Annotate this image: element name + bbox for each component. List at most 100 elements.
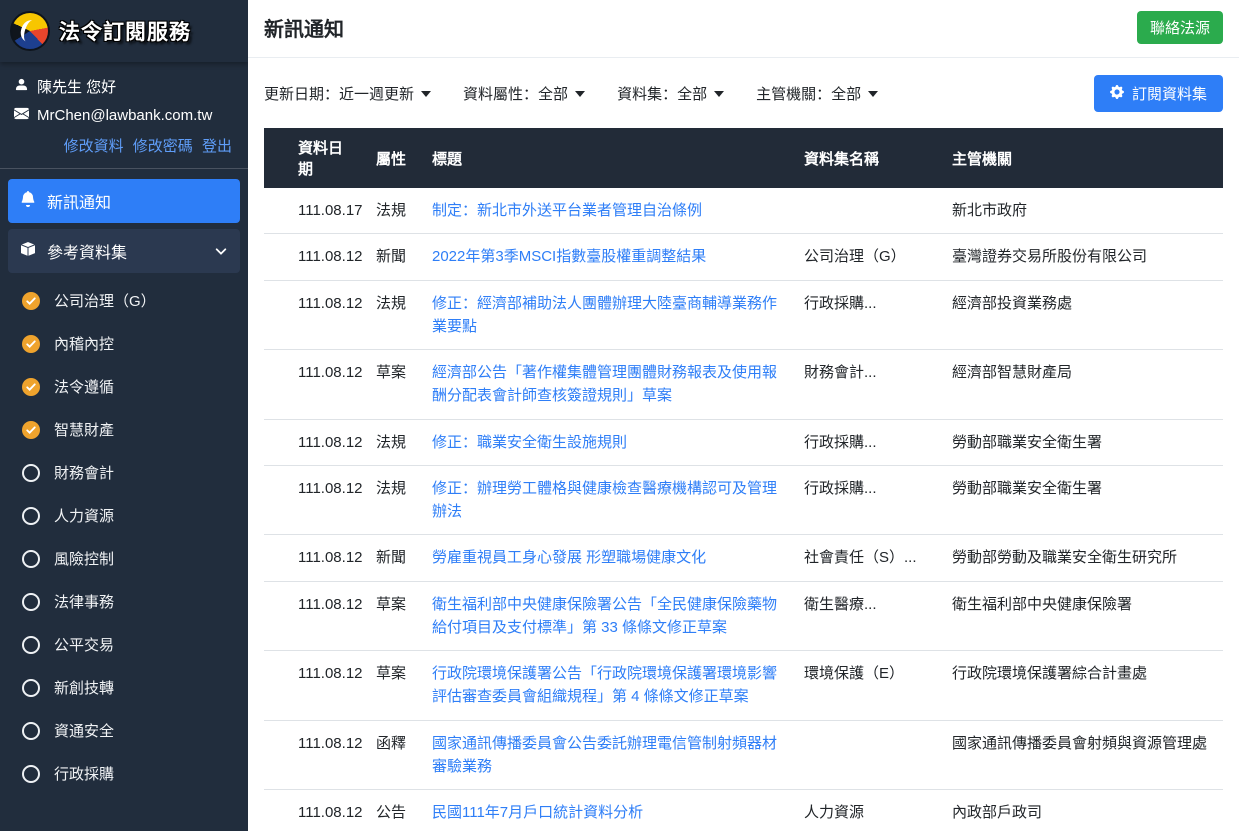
user-email: MrChen@lawbank.com.tw: [37, 107, 212, 124]
row-title-link[interactable]: 修正：辦理勞工體格與健康檢查醫療機構認可及管理辦法: [432, 480, 777, 520]
row-dataset: 社會責任（S）...: [794, 535, 942, 581]
sidebar-dataset-label: 行政採購: [54, 763, 114, 784]
sidebar-dataset-item[interactable]: 資通安全: [0, 709, 248, 752]
sidebar-dataset-item[interactable]: 法令遵循: [0, 365, 248, 408]
row-type: 法規: [366, 419, 422, 465]
change-password-link[interactable]: 修改密碼: [133, 138, 193, 155]
filter-data-attribute[interactable]: 資料屬性：全部: [463, 83, 585, 104]
row-title-link[interactable]: 民國111年7月戶口統計資料分析: [432, 804, 643, 821]
row-type: 法規: [366, 465, 422, 535]
row-date: 111.08.12: [264, 465, 366, 535]
table-row: 111.08.12 法規 修正：職業安全衛生設施規則 行政採購... 勞動部職業…: [264, 419, 1223, 465]
sidebar-dataset-item[interactable]: 公平交易: [0, 623, 248, 666]
row-title-link[interactable]: 國家通訊傳播委員會公告委託辦理電信管制射頻器材審驗業務: [432, 735, 777, 775]
row-title-link[interactable]: 修正：經濟部補助法人團體辦理大陸臺商輔導業務作業要點: [432, 295, 777, 335]
main-panel: 新訊通知 聯絡法源 更新日期：近一週更新 資料屬性：全部 資料集：全部 主管機關…: [248, 0, 1239, 831]
row-title-link[interactable]: 制定：新北市外送平台業者管理自治條例: [432, 202, 702, 219]
row-type: 草案: [366, 350, 422, 420]
logout-link[interactable]: 登出: [202, 138, 232, 155]
nav-news-notifications[interactable]: 新訊通知: [8, 179, 240, 223]
sidebar-dataset-item[interactable]: 內稽內控: [0, 322, 248, 365]
table-row: 111.08.12 新聞 2022年第3季MSCI指數臺股權重調整結果 公司治理…: [264, 234, 1223, 280]
filter-label: 主管機關：: [756, 83, 831, 104]
row-type: 新聞: [366, 535, 422, 581]
filter-label: 更新日期：: [264, 83, 339, 104]
row-title-link[interactable]: 2022年第3季MSCI指數臺股權重調整結果: [432, 248, 706, 265]
chevron-down-icon: [214, 244, 228, 258]
row-agency: 國家通訊傳播委員會射頻與資源管理處: [942, 720, 1223, 790]
caret-down-icon: [714, 91, 724, 97]
sidebar-dataset-label: 公平交易: [54, 634, 114, 655]
sidebar-dataset-item[interactable]: 公司治理（G）: [0, 279, 248, 322]
row-title-link[interactable]: 經濟部公告「著作權集體管理團體財務報表及使用報酬分配表會計師查核簽證規則」草案: [432, 364, 777, 404]
sidebar-dataset-label: 智慧財產: [54, 419, 114, 440]
sidebar-dataset-item[interactable]: 智慧財產: [0, 408, 248, 451]
sidebar-dataset-item[interactable]: 財務會計: [0, 451, 248, 494]
filter-agency[interactable]: 主管機關：全部: [756, 83, 878, 104]
filter-row: 更新日期：近一週更新 資料屬性：全部 資料集：全部 主管機關：全部 訂閱資料集: [264, 75, 1223, 112]
row-title-link[interactable]: 勞雇重視員工身心發展 形塑職場健康文化: [432, 549, 706, 566]
row-dataset: 行政採購...: [794, 465, 942, 535]
checked-circle-icon: [22, 335, 40, 353]
sidebar: 法令訂閱服務 陳先生 您好 MrChen@lawbank.com.tw 修改資料…: [0, 0, 248, 831]
row-date: 111.08.12: [264, 350, 366, 420]
empty-circle-icon: [22, 636, 40, 654]
sidebar-dataset-item[interactable]: 人力資源: [0, 494, 248, 537]
row-type: 草案: [366, 651, 422, 721]
nav-reference-datasets[interactable]: 參考資料集: [8, 229, 240, 273]
brand[interactable]: 法令訂閱服務: [0, 0, 248, 62]
row-title-link[interactable]: 行政院環境保護署公告「行政院環境保護署環境影響評估審查委員會組織規程」第 4 條…: [432, 665, 777, 705]
row-title-link[interactable]: 衛生福利部中央健康保險署公告「全民健康保險藥物給付項目及支付標準」第 33 條條…: [432, 596, 777, 636]
sidebar-nav: 新訊通知 參考資料集 公司治理（G） 內稽內控 法令遵循: [0, 179, 248, 795]
row-agency: 新北市政府: [942, 188, 1223, 234]
filter-value: 全部: [677, 83, 707, 104]
person-icon: [14, 77, 29, 96]
account-links: 修改資料 修改密碼 登出: [14, 134, 234, 168]
row-date: 111.08.12: [264, 280, 366, 350]
user-email-row: MrChen@lawbank.com.tw: [14, 106, 234, 125]
row-title-link[interactable]: 修正：職業安全衛生設施規則: [432, 434, 627, 451]
subscribe-datasets-button[interactable]: 訂閱資料集: [1094, 75, 1223, 112]
row-date: 111.08.12: [264, 234, 366, 280]
row-agency: 經濟部投資業務處: [942, 280, 1223, 350]
row-type: 法規: [366, 188, 422, 234]
row-date: 111.08.12: [264, 651, 366, 721]
bell-icon: [20, 191, 36, 212]
row-dataset: 公司治理（G）: [794, 234, 942, 280]
sidebar-dataset-label: 風險控制: [54, 548, 114, 569]
table-row: 111.08.12 函釋 國家通訊傳播委員會公告委託辦理電信管制射頻器材審驗業務…: [264, 720, 1223, 790]
empty-circle-icon: [22, 765, 40, 783]
row-agency: 勞動部職業安全衛生署: [942, 419, 1223, 465]
filter-dataset[interactable]: 資料集：全部: [617, 83, 724, 104]
checked-circle-icon: [22, 421, 40, 439]
sidebar-dataset-item[interactable]: 行政採購: [0, 752, 248, 795]
table-row: 111.08.12 草案 經濟部公告「著作權集體管理團體財務報表及使用報酬分配表…: [264, 350, 1223, 420]
table-column-header: 標題: [422, 128, 794, 188]
filter-value: 近一週更新: [339, 83, 414, 104]
caret-down-icon: [868, 91, 878, 97]
user-greeting: 陳先生 您好: [37, 76, 116, 97]
table-row: 111.08.12 法規 修正：經濟部補助法人團體辦理大陸臺商輔導業務作業要點 …: [264, 280, 1223, 350]
table-row: 111.08.12 法規 修正：辦理勞工體格與健康檢查醫療機構認可及管理辦法 行…: [264, 465, 1223, 535]
row-agency: 衛生福利部中央健康保險署: [942, 581, 1223, 651]
envelope-icon: [14, 106, 29, 125]
sidebar-dataset-label: 法令遵循: [54, 376, 114, 397]
row-date: 111.08.12: [264, 419, 366, 465]
sidebar-dataset-item[interactable]: 法律事務: [0, 580, 248, 623]
filter-update-date[interactable]: 更新日期：近一週更新: [264, 83, 431, 104]
news-table: 資料日期 屬性 標題 資料集名稱 主管機關 111.08.17 法規 制定：新北…: [264, 128, 1223, 831]
table-column-header: 屬性: [366, 128, 422, 188]
sidebar-dataset-label: 人力資源: [54, 505, 114, 526]
empty-circle-icon: [22, 550, 40, 568]
dataset-list: 公司治理（G） 內稽內控 法令遵循 智慧財產 財務會計 人力資源: [0, 279, 248, 795]
contact-lawbank-button[interactable]: 聯絡法源: [1137, 11, 1223, 44]
row-type: 法規: [366, 280, 422, 350]
table-row: 111.08.12 公告 民國111年7月戶口統計資料分析 人力資源 內政部戶政…: [264, 790, 1223, 831]
sidebar-dataset-item[interactable]: 新創技轉: [0, 666, 248, 709]
sidebar-dataset-item[interactable]: 風險控制: [0, 537, 248, 580]
row-dataset: 行政採購...: [794, 280, 942, 350]
row-date: 111.08.12: [264, 535, 366, 581]
caret-down-icon: [575, 91, 585, 97]
table-row: 111.08.17 法規 制定：新北市外送平台業者管理自治條例 新北市政府: [264, 188, 1223, 234]
edit-profile-link[interactable]: 修改資料: [64, 138, 124, 155]
